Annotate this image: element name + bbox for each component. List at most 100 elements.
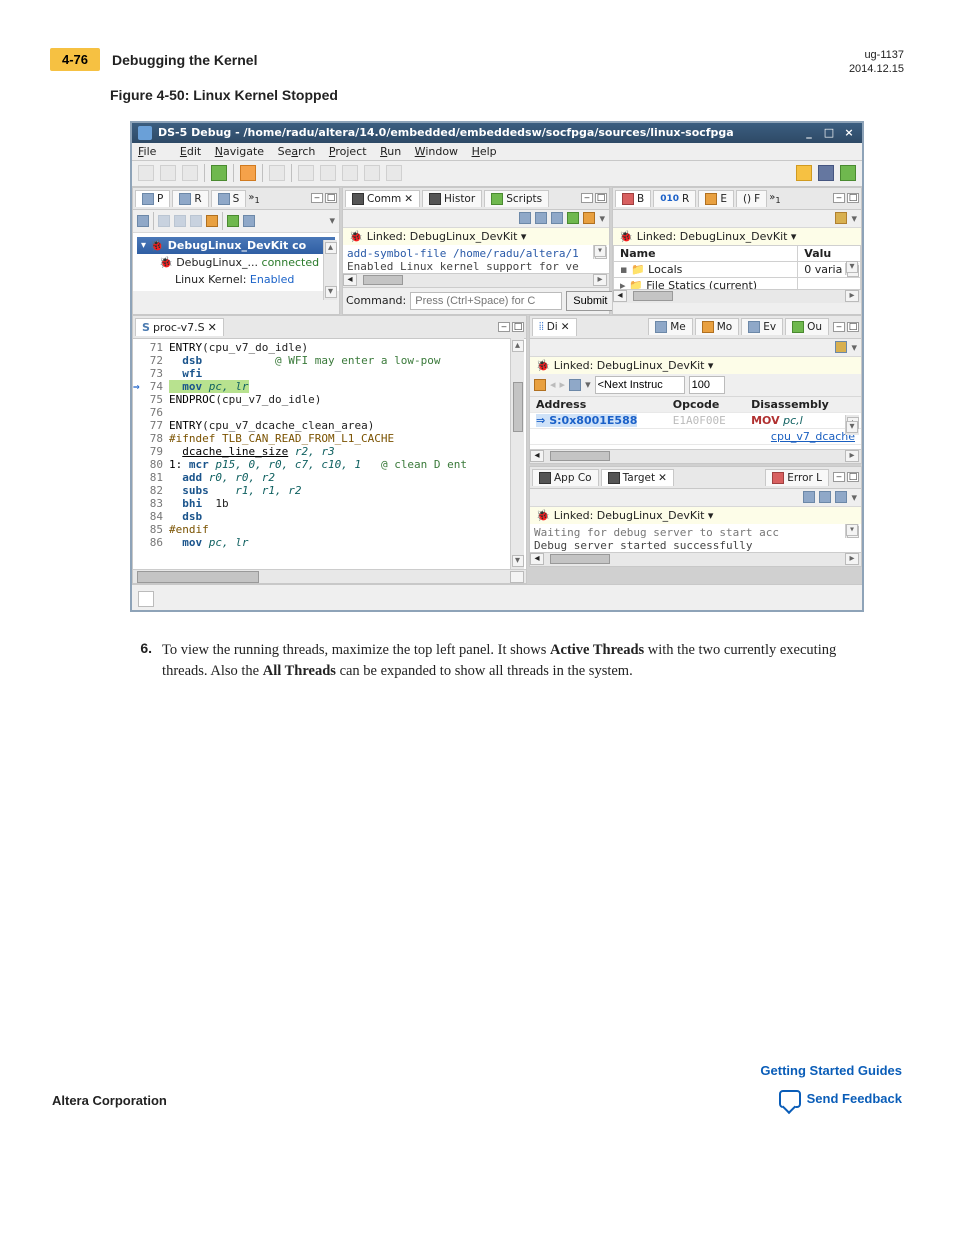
source-editor[interactable]: 71ENTRY(cpu_v7_do_idle) 72 dsb @ WFI may… <box>133 339 526 569</box>
menu-edit[interactable]: Edit <box>180 145 201 158</box>
pane-maximize-icon[interactable]: □ <box>847 322 859 332</box>
save-icon[interactable] <box>803 491 815 503</box>
pane-minimize-icon[interactable]: ‒ <box>833 193 845 203</box>
perspective-icon[interactable] <box>818 165 834 181</box>
menu-help[interactable]: Help <box>472 145 497 158</box>
clear-icon[interactable] <box>819 491 831 503</box>
next-instruction-input[interactable] <box>595 376 685 394</box>
pane-minimize-icon[interactable]: ‒ <box>311 193 323 203</box>
kernel-status-row[interactable]: Linux Kernel: Enabled <box>137 271 335 288</box>
pane-maximize-icon[interactable]: □ <box>512 322 524 332</box>
tab-s[interactable]: S <box>211 190 247 207</box>
col-address[interactable]: Address <box>530 397 667 413</box>
col-value[interactable]: Valu <box>798 245 861 261</box>
pane-maximize-icon[interactable]: □ <box>595 193 607 203</box>
tab-error-log[interactable]: Error L <box>765 469 829 486</box>
menubar[interactable]: File Edit Navigate Search Project Run Wi… <box>132 143 862 161</box>
col-name[interactable]: Name <box>614 245 798 261</box>
tab-me[interactable]: Me <box>648 318 693 335</box>
tab-r[interactable]: 010R <box>653 190 696 207</box>
h-scrollbar[interactable]: ◂ ▸ <box>343 273 609 287</box>
tab-ou[interactable]: Ou <box>785 318 829 335</box>
debug-bug-icon[interactable] <box>206 215 218 227</box>
scroll-down-icon[interactable]: ▾ <box>846 524 858 536</box>
menu-window[interactable]: Window <box>415 145 458 158</box>
pane-maximize-icon[interactable]: □ <box>847 193 859 203</box>
linked-connection-dropdown[interactable]: Linked: DebugLinux_DevKit ▾ <box>554 509 714 522</box>
rss-icon[interactable] <box>240 165 256 181</box>
pane-minimize-icon[interactable]: ‒ <box>833 472 845 482</box>
pin-icon[interactable] <box>835 212 847 224</box>
status-icon[interactable] <box>138 591 154 607</box>
table-row[interactable]: ⇒ S:0x8001E588 E1A0F00E MOV pc,l <box>530 412 861 428</box>
window-minimize-button[interactable]: _ <box>802 126 816 139</box>
scroll-down-icon[interactable]: ▾ <box>325 286 337 298</box>
pin-icon[interactable] <box>567 212 579 224</box>
linked-connection-dropdown[interactable]: Linked: DebugLinux_DevKit ▾ <box>637 230 797 243</box>
new-icon[interactable] <box>138 165 154 181</box>
scroll-up-icon[interactable]: ▴ <box>512 340 524 352</box>
collapse-icon[interactable] <box>137 215 149 227</box>
debug-status-row[interactable]: 🐞 DebugLinux_... connected <box>137 254 335 271</box>
pane-minimize-icon[interactable]: ‒ <box>581 193 593 203</box>
scroll-down-icon[interactable]: ▾ <box>846 421 858 433</box>
remove-icon[interactable] <box>190 215 202 227</box>
tab-scripts[interactable]: Scripts <box>484 190 549 207</box>
linked-connection-dropdown[interactable]: Linked: DebugLinux_DevKit ▾ <box>554 359 714 372</box>
table-row[interactable]: ▪ 📁 Locals0 varia <box>614 261 861 277</box>
pane-maximize-icon[interactable]: □ <box>325 193 337 203</box>
linked-bar[interactable]: 🐞 Linked: DebugLinux_DevKit ▾ <box>343 228 609 245</box>
open-perspective-icon[interactable] <box>796 165 812 181</box>
table-row[interactable]: ▸ 📁 File Statics (current) <box>614 277 861 289</box>
disconnect-icon[interactable] <box>174 215 186 227</box>
tab-fn[interactable]: () F <box>736 190 767 207</box>
tab-disassembly[interactable]: ⦙⦙ Di ✕ <box>532 318 577 336</box>
col-disassembly[interactable]: Disassembly <box>745 397 861 413</box>
save-log-icon[interactable] <box>519 212 531 224</box>
h-scrollbar[interactable]: ◂ ▸ <box>530 552 861 566</box>
h-scrollbar[interactable]: ◂ ▸ <box>530 449 861 463</box>
gear-icon[interactable] <box>583 212 595 224</box>
connect-icon[interactable] <box>158 215 170 227</box>
scroll-down-icon[interactable]: ▾ <box>594 245 606 257</box>
nav2-icon[interactable] <box>320 165 336 181</box>
search-icon[interactable] <box>269 165 285 181</box>
tab-r[interactable]: R <box>172 190 208 207</box>
nav-icon[interactable] <box>298 165 314 181</box>
submit-button[interactable]: Submit <box>566 291 614 311</box>
menu-navigate[interactable]: Navigate <box>215 145 264 158</box>
table-row[interactable]: cpu_v7_dcache <box>530 428 861 444</box>
h-scrollbar[interactable]: ◂ ▸ <box>613 289 861 303</box>
tab-ev[interactable]: Ev <box>741 318 783 335</box>
tab-mo[interactable]: Mo <box>695 318 739 335</box>
feedback-icon[interactable] <box>779 1090 801 1108</box>
step-icon[interactable] <box>243 215 255 227</box>
linked-bar[interactable]: 🐞 Linked: DebugLinux_DevKit ▾ <box>530 357 861 374</box>
tab-app-console[interactable]: App Co <box>532 469 599 486</box>
window-restore-button[interactable]: □ <box>822 126 836 139</box>
menu-file[interactable]: File <box>138 145 166 158</box>
window-titlebar[interactable]: DS-5 Debug - /home/radu/altera/14.0/embe… <box>132 123 862 143</box>
pane-maximize-icon[interactable]: □ <box>847 472 859 482</box>
menu-project[interactable]: Project <box>329 145 367 158</box>
pin-icon[interactable] <box>835 341 847 353</box>
command-input[interactable] <box>410 292 562 310</box>
col-opcode[interactable]: Opcode <box>667 397 745 413</box>
tab-target[interactable]: Target ✕ <box>601 469 674 486</box>
forward-icon[interactable] <box>386 165 402 181</box>
lock-icon[interactable] <box>835 491 847 503</box>
pane-minimize-icon[interactable]: ‒ <box>498 322 510 332</box>
build-icon[interactable] <box>182 165 198 181</box>
debug-connection-selected[interactable]: ▾ 🐞 DebugLinux_DevKit co <box>137 237 335 254</box>
tab-b[interactable]: B <box>615 190 651 207</box>
scroll-down-icon[interactable]: ▾ <box>846 261 858 273</box>
debug-icon[interactable] <box>211 165 227 181</box>
forward-icon[interactable]: ▸ <box>560 378 566 391</box>
run-icon[interactable] <box>227 215 239 227</box>
tab-p[interactable]: P <box>135 190 170 207</box>
refresh-icon[interactable] <box>569 379 581 391</box>
nav3-icon[interactable] <box>342 165 358 181</box>
pane-minimize-icon[interactable]: ‒ <box>833 322 845 332</box>
clear-icon[interactable] <box>535 212 547 224</box>
home-icon[interactable] <box>534 379 546 391</box>
